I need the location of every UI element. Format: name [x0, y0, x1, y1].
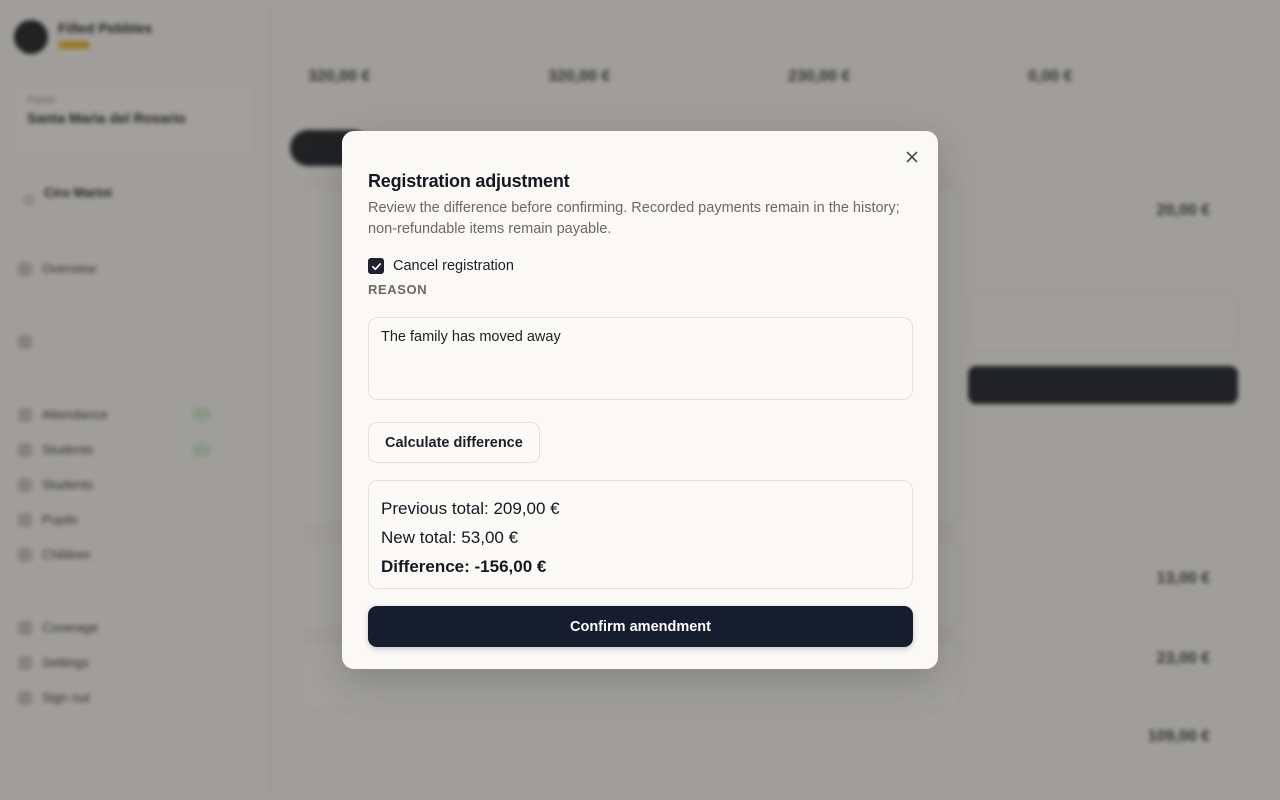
confirm-amendment-button[interactable]: Confirm amendment — [368, 606, 913, 647]
reason-textarea[interactable]: The family has moved away — [368, 317, 913, 400]
check-icon — [371, 262, 381, 270]
previous-total: Previous total: 209,00 € — [381, 499, 560, 518]
registration-adjustment-dialog: Registration adjustment Review the diffe… — [342, 131, 938, 669]
cancel-registration-checkbox-row[interactable]: Cancel registration — [368, 258, 913, 274]
new-total: New total: 53,00 € — [381, 528, 519, 547]
calculate-difference-button[interactable]: Calculate difference — [368, 422, 540, 463]
difference-summary: Previous total: 209,00 € New total: 53,0… — [368, 480, 913, 589]
cancel-registration-checkbox[interactable] — [368, 258, 384, 274]
close-icon-glyph — [906, 151, 918, 163]
reason-label: REASON — [368, 282, 428, 297]
dialog-title: Registration adjustment — [368, 171, 570, 191]
cancel-registration-label: Cancel registration — [393, 258, 514, 274]
difference-total: Difference: -156,00 € — [381, 557, 547, 576]
close-icon[interactable] — [904, 149, 920, 165]
dialog-description: Review the difference before confirming.… — [368, 200, 900, 237]
